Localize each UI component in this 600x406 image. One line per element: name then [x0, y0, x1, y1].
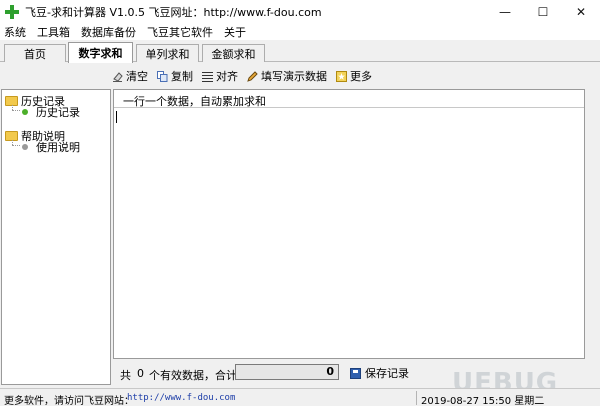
text-caret	[116, 111, 117, 123]
menu-bar: 系统 工具箱 数据库备份 飞豆其它软件 关于	[0, 24, 600, 40]
menu-toolbox[interactable]: 工具箱	[33, 24, 74, 40]
menu-db-backup[interactable]: 数据库备份	[77, 24, 140, 40]
window-controls: — ☐ ✕	[486, 0, 600, 24]
align-label: 对齐	[216, 70, 238, 83]
save-record-label: 保存记录	[365, 367, 409, 380]
tab-number-sum[interactable]: 数字求和	[68, 42, 133, 63]
status-datetime: 2019-08-27 15:50 星期二	[421, 396, 545, 406]
clear-button[interactable]: 清空	[112, 68, 148, 84]
eraser-icon	[112, 71, 123, 82]
close-button[interactable]: ✕	[562, 0, 600, 24]
gray-dot-icon	[22, 144, 28, 150]
menu-other-software[interactable]: 飞豆其它软件	[143, 24, 217, 40]
copy-label: 复制	[171, 70, 193, 83]
align-icon	[202, 71, 213, 82]
toolbar: 清空 复制 对齐 填写演示数据 更多	[112, 66, 381, 86]
copy-icon	[157, 70, 168, 82]
nav-tree: 历史记录 历史记录 帮助说明 使用说明	[1, 89, 111, 385]
status-separator	[416, 391, 417, 405]
more-label: 更多	[350, 70, 372, 83]
save-record-button[interactable]: 保存记录	[350, 365, 409, 381]
tree-item-usage[interactable]: 使用说明	[16, 139, 80, 155]
copy-button[interactable]: 复制	[157, 68, 193, 84]
tab-column-sum[interactable]: 单列求和	[136, 44, 199, 62]
summary-suffix: 个有效数据，合计：	[149, 369, 248, 382]
save-disk-icon	[350, 367, 361, 379]
editor-panel: 一行一个数据，自动累加求和	[113, 89, 585, 359]
tree-item-history[interactable]: 历史记录	[16, 104, 80, 120]
tab-home[interactable]: 首页	[4, 44, 66, 62]
valid-count: 0	[137, 367, 144, 380]
fill-demo-button[interactable]: 填写演示数据	[247, 68, 327, 84]
more-button[interactable]: 更多	[336, 68, 372, 84]
tree-item-usage-label: 使用说明	[36, 141, 80, 154]
tab-bar: 首页 数字求和 单列求和 金额求和	[0, 40, 600, 63]
tree-item-history-label: 历史记录	[36, 106, 80, 119]
app-plus-icon	[5, 5, 19, 19]
pencil-icon	[247, 70, 258, 82]
menu-system[interactable]: 系统	[0, 24, 30, 40]
maximize-button[interactable]: ☐	[524, 0, 562, 24]
menu-about[interactable]: 关于	[220, 24, 250, 40]
align-button[interactable]: 对齐	[202, 68, 238, 84]
clear-label: 清空	[126, 70, 148, 83]
title-bar: 飞豆-求和计算器 V1.0.5 飞豆网址：http://www.f-dou.co…	[0, 0, 600, 24]
fill-demo-label: 填写演示数据	[261, 70, 327, 83]
green-dot-icon	[22, 109, 28, 115]
total-field: 0	[235, 364, 339, 380]
website-link[interactable]: http://www.f-dou.com	[127, 393, 235, 403]
tab-amount-sum[interactable]: 金额求和	[202, 44, 265, 62]
status-message: 更多软件，请访问飞豆网站：	[4, 396, 134, 406]
status-bar: 更多软件，请访问飞豆网站： http://www.f-dou.com 2019-…	[0, 388, 600, 406]
number-input-area[interactable]	[114, 107, 584, 358]
star-icon	[336, 70, 347, 82]
window-title: 飞豆-求和计算器 V1.0.5 飞豆网址：http://www.f-dou.co…	[25, 6, 322, 19]
summary-prefix: 共	[120, 369, 131, 382]
minimize-button[interactable]: —	[486, 0, 524, 24]
